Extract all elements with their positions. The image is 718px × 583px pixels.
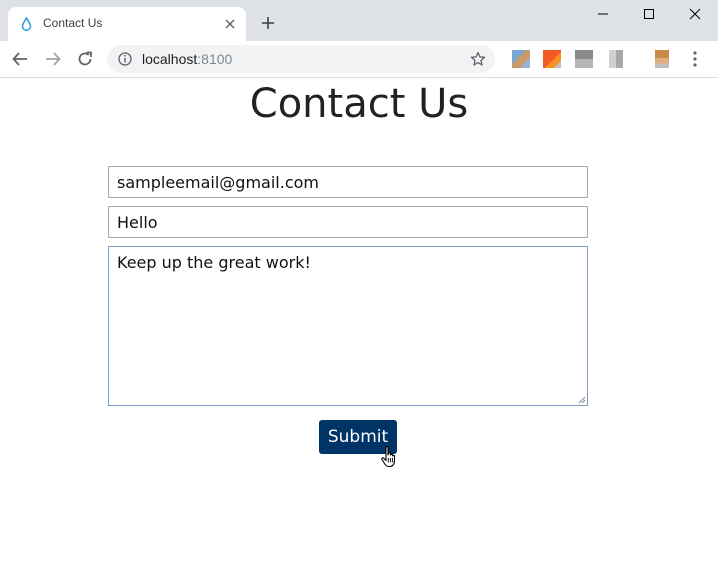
- extension-icon[interactable]: [543, 50, 561, 68]
- close-icon[interactable]: [224, 18, 236, 30]
- plus-icon[interactable]: [261, 16, 275, 30]
- subject-field[interactable]: [108, 206, 588, 238]
- extension-icon[interactable]: [575, 50, 593, 68]
- hand-pointer-cursor-icon: [381, 446, 396, 468]
- extension-icon[interactable]: [609, 50, 623, 68]
- extension-icon[interactable]: [512, 50, 530, 68]
- url-text: localhost:8100: [142, 51, 232, 67]
- reload-icon[interactable]: [76, 50, 94, 68]
- forward-arrow-icon[interactable]: [44, 50, 62, 68]
- window-close-button[interactable]: [672, 0, 718, 30]
- info-icon[interactable]: [118, 52, 132, 66]
- star-icon[interactable]: [470, 51, 486, 67]
- minimize-button[interactable]: [580, 0, 626, 30]
- browser-tab[interactable]: Contact Us: [8, 7, 246, 41]
- url-host: localhost: [142, 51, 198, 67]
- resize-grip-icon[interactable]: [576, 394, 586, 404]
- more-vert-icon[interactable]: [690, 50, 700, 68]
- url-port: :8100: [197, 51, 233, 67]
- window-close-icon: [689, 8, 701, 20]
- droplet-favicon-icon: [21, 17, 32, 31]
- tab-title: Contact Us: [43, 16, 103, 30]
- extension-icon[interactable]: [655, 50, 669, 68]
- maximize-icon: [644, 9, 654, 19]
- tab-strip: Contact Us: [0, 0, 718, 41]
- email-field[interactable]: [108, 166, 588, 198]
- maximize-button[interactable]: [626, 0, 672, 30]
- minimize-icon: [598, 13, 608, 15]
- message-field[interactable]: Keep up the great work!: [108, 246, 588, 406]
- back-arrow-icon[interactable]: [11, 50, 29, 68]
- address-bar[interactable]: localhost:8100: [107, 45, 495, 73]
- page-title: Contact Us: [249, 81, 469, 127]
- page-content: Contact Us Keep up the great work! Submi…: [0, 78, 718, 583]
- browser-toolbar: localhost:8100: [0, 41, 718, 78]
